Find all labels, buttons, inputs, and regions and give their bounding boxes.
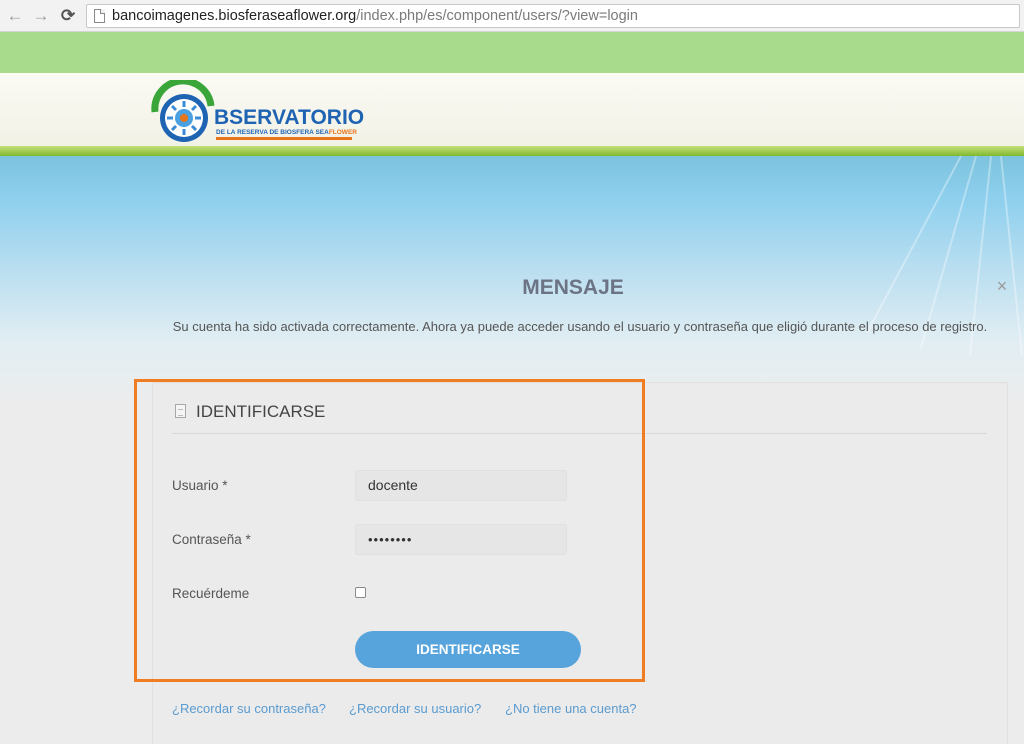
logo-subtitle-accent: FLOWER	[328, 129, 357, 136]
logo-underline	[216, 137, 352, 140]
back-arrow-icon[interactable]: ←	[5, 6, 25, 26]
message-title: MENSAJE	[522, 276, 624, 299]
site-logo[interactable]: BSERVATORIO DE LA RESERVA DE BIOSFERA SE…	[150, 80, 364, 150]
forgot-password-link[interactable]: ¿Recordar su contraseña?	[172, 701, 326, 716]
register-link[interactable]: ¿No tiene una cuenta?	[505, 701, 637, 716]
message-text: Su cuenta ha sido activada correctamente…	[172, 319, 988, 334]
close-icon[interactable]: ×	[994, 276, 1010, 296]
forward-arrow-icon[interactable]: →	[31, 6, 51, 26]
sun-logo-icon	[151, 80, 215, 142]
top-green-strip	[0, 32, 1024, 73]
forgot-username-link[interactable]: ¿Recordar su usuario?	[349, 701, 481, 716]
url-path: /index.php/es/component/users/?view=logi…	[356, 8, 638, 24]
address-bar[interactable]: bancoimagenes.biosferaseaflower.org/inde…	[86, 4, 1020, 28]
logo-title: BSERVATORIO	[214, 106, 365, 129]
url-text: bancoimagenes.biosferaseaflower.org/inde…	[112, 8, 638, 24]
page-icon	[94, 9, 105, 23]
logo-subtitle-main: DE LA RESERVA DE BIOSFERA SEA	[216, 129, 329, 136]
url-host: bancoimagenes.biosferaseaflower.org	[112, 8, 357, 24]
browser-toolbar: ← → ⟳ bancoimagenes.biosferaseaflower.or…	[0, 0, 1024, 32]
highlight-annotation-box	[134, 379, 645, 682]
logo-subtitle: DE LA RESERVA DE BIOSFERA SEAFLOWER	[216, 129, 357, 136]
reload-icon[interactable]: ⟳	[58, 6, 78, 26]
